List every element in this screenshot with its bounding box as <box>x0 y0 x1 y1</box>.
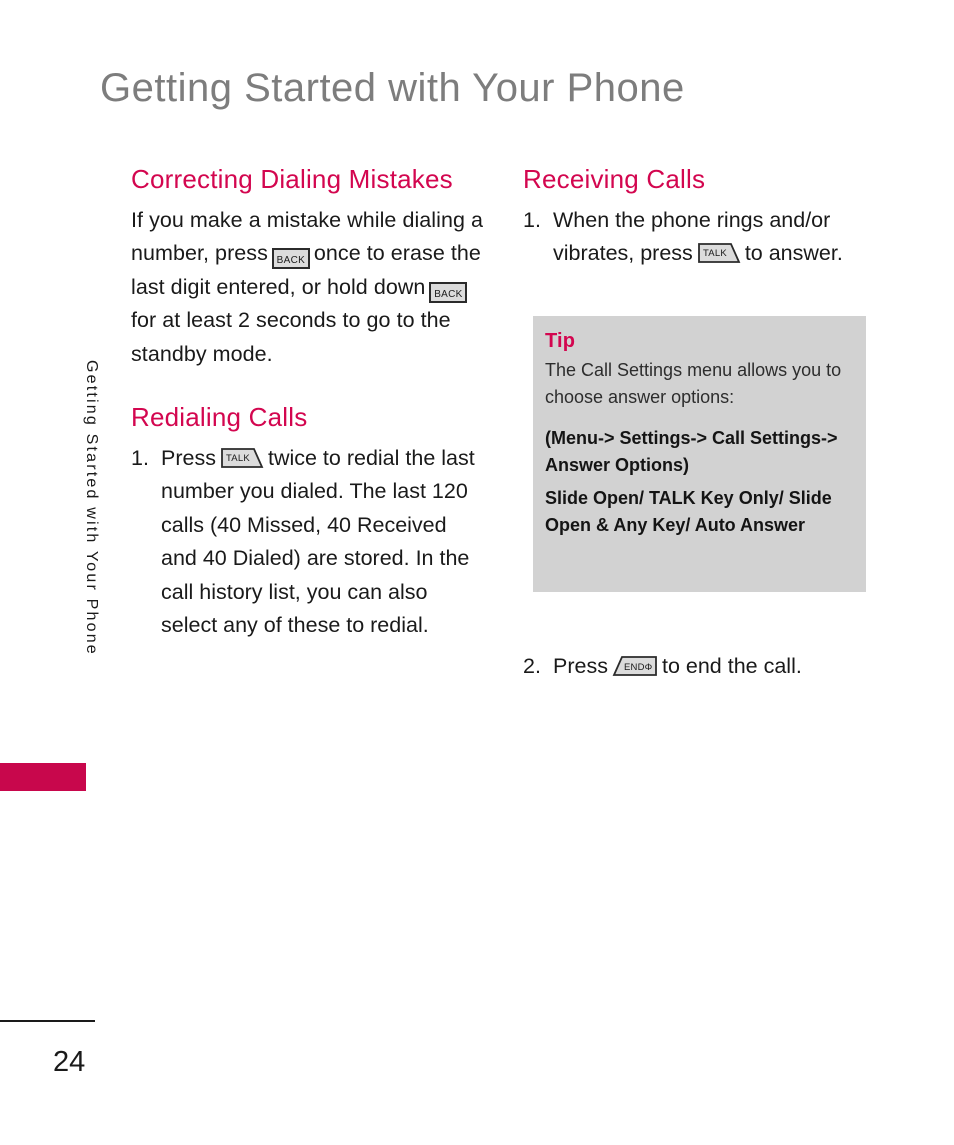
talk-key-label: TALK <box>226 453 250 464</box>
list-item-text-part-1: Press <box>553 654 608 678</box>
list-item-text-part-1: Press <box>161 445 216 470</box>
end-key-label: ENDΦ <box>624 662 653 673</box>
tip-line-2: (Menu-> Settings-> Call Settings-> Answe… <box>545 428 838 475</box>
list-item-receiving-2: 2. Press ENDΦ to end the call. <box>523 650 883 684</box>
tip-line-1: The Call Settings menu allows you to cho… <box>545 360 842 407</box>
list-item-text-part-2: to answer. <box>744 241 843 266</box>
side-tab-label: Getting Started with Your Phone <box>83 360 100 656</box>
tip-line-3: Slide Open/ TALK Key Only/ Slide Open & … <box>545 488 832 535</box>
back-key-icon: BACK <box>429 281 468 303</box>
side-tab-color-block <box>0 763 86 791</box>
talk-key-icon: TALK <box>697 242 741 265</box>
footer-divider <box>0 1020 95 1022</box>
page-number: 24 <box>53 1046 86 1078</box>
list-item-number: 1. <box>131 445 149 470</box>
heading-redialing-calls: Redialing Calls <box>131 402 308 433</box>
talk-key-label: TALK <box>703 248 727 259</box>
list-item-receiving-1: 1. When the phone rings and/or vibrates,… <box>523 204 883 271</box>
left-column: Correcting Dialing Mistakes If you make … <box>131 165 483 643</box>
tip-box: Tip The Call Settings menu allows you to… <box>533 316 866 592</box>
list-item-text-part-2: to end the call. <box>661 654 802 678</box>
list-item-text-part-2: twice to redial the last number you dial… <box>161 445 475 638</box>
list-item-redialing-1: 1. Press TALK twice to redial the last n… <box>131 442 483 643</box>
paragraph-text-part-3: for at least 2 seconds to go to the stan… <box>131 308 451 366</box>
talk-key-icon: TALK <box>220 447 264 470</box>
heading-correcting-dialing-mistakes: Correcting Dialing Mistakes <box>131 164 453 194</box>
page-title: Getting Started with Your Phone <box>100 66 685 110</box>
list-item-number: 1. <box>523 207 541 232</box>
back-key-icon: BACK <box>271 248 310 270</box>
heading-receiving-calls: Receiving Calls <box>523 164 706 194</box>
list-item-number: 2. <box>523 654 541 678</box>
end-key-icon: ENDΦ <box>612 655 658 678</box>
tip-title: Tip <box>545 330 576 352</box>
paragraph-correcting-dialing-mistakes: If you make a mistake while dialing a nu… <box>131 204 483 372</box>
right-column: Receiving Calls 1. When the phone rings … <box>523 165 883 271</box>
